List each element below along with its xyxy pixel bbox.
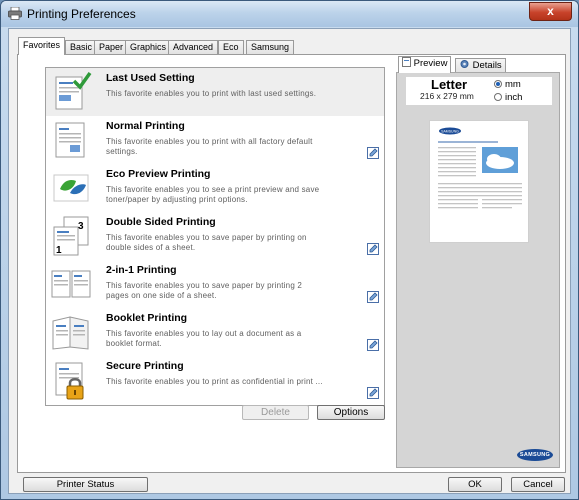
svg-text:3: 3 (78, 221, 84, 232)
edit-favorite-icon[interactable] (367, 339, 379, 351)
tab-favorites[interactable]: Favorites (18, 37, 66, 55)
samsung-logo: SAMSUNG (517, 449, 553, 461)
paper-size: 216 x 279 mm (420, 91, 474, 101)
eco-leaf-icon (53, 174, 89, 202)
list-item[interactable]: Eco Preview Printing This favorite enabl… (46, 164, 384, 212)
page-preview: SAMSUNG (429, 120, 529, 243)
duplex-pages-icon: 3 1 (53, 216, 89, 256)
tab-preview[interactable]: Preview (398, 56, 452, 73)
booklet-icon (52, 316, 89, 350)
favorite-title: Last Used Setting (106, 72, 195, 84)
printing-preferences-window: Printing Preferences x Favorites Basic P… (0, 0, 579, 500)
printer-icon (8, 7, 22, 20)
normal-doc-icon (55, 122, 85, 158)
radio-empty-icon (494, 93, 502, 101)
page-content-thumbnail: SAMSUNG (438, 127, 522, 209)
favorite-title: Normal Printing (106, 120, 185, 132)
list-item[interactable]: 2-in-1 Printing This favorite enables yo… (46, 260, 384, 308)
ok-button[interactable]: OK (448, 477, 502, 492)
favorite-title: Double Sided Printing (106, 216, 216, 228)
tab-advanced[interactable]: Advanced (168, 40, 219, 54)
favorite-title: Secure Printing (106, 360, 184, 372)
paper-name: Letter (431, 77, 468, 92)
favorite-description: This favorite enables you to print with … (106, 89, 317, 98)
close-button[interactable]: x (529, 2, 572, 21)
two-in-one-icon (51, 270, 91, 298)
last-used-doc-icon (55, 71, 92, 110)
delete-button[interactable]: Delete (242, 405, 309, 420)
favorite-description: This favorite enables you to save paper … (106, 281, 303, 300)
cancel-button[interactable]: Cancel (511, 477, 565, 492)
tab-basic[interactable]: Basic (65, 40, 98, 54)
edit-favorite-icon[interactable] (367, 291, 379, 303)
tab-paper[interactable]: Paper (94, 40, 129, 54)
gear-icon (460, 60, 469, 68)
edit-favorite-icon[interactable] (367, 147, 379, 159)
printer-status-button[interactable]: Printer Status (23, 477, 148, 492)
unit-mm-radio[interactable]: mm (494, 79, 521, 90)
favorites-tab-content: Last Used Setting This favorite enables … (17, 54, 566, 473)
list-item[interactable]: Booklet Printing This favorite enables y… (46, 308, 384, 356)
dialog-body: Favorites Basic Paper Graphics Advanced … (8, 28, 571, 494)
favorites-list[interactable]: Last Used Setting This favorite enables … (45, 67, 385, 406)
window-title: Printing Preferences (27, 7, 136, 21)
options-button[interactable]: Options (317, 405, 385, 420)
preview-pane: Letter 216 x 279 mm mm inch SAMSUNG SAMS… (396, 72, 560, 468)
tab-samsung[interactable]: Samsung (246, 40, 295, 54)
title-bar[interactable]: Printing Preferences x (1, 1, 578, 27)
edit-favorite-icon[interactable] (367, 243, 379, 255)
favorite-description: This favorite enables you to print with … (106, 137, 313, 156)
favorite-description: This favorite enables you to lay out a d… (106, 329, 302, 348)
preview-page-icon (402, 57, 411, 67)
favorite-title: Eco Preview Printing (106, 168, 211, 180)
tab-eco[interactable]: Eco (218, 40, 244, 54)
edit-favorite-icon[interactable] (367, 387, 379, 399)
favorite-description: This favorite enables you to see a print… (106, 185, 320, 204)
list-item[interactable]: 3 1 Double Sided Printing This favorite … (46, 212, 384, 260)
tab-details[interactable]: Details (455, 58, 506, 73)
unit-inch-radio[interactable]: inch (494, 92, 522, 103)
radio-selected-icon (494, 80, 502, 88)
paper-info: Letter 216 x 279 mm mm inch (406, 77, 552, 105)
favorite-description: This favorite enables you to print as co… (106, 377, 323, 386)
favorite-description: This favorite enables you to save paper … (106, 233, 307, 252)
favorite-title: Booklet Printing (106, 312, 188, 324)
secure-lock-icon (55, 362, 84, 400)
svg-text:1: 1 (56, 245, 62, 256)
list-item[interactable]: Secure Printing This favorite enables yo… (46, 356, 384, 404)
favorite-title: 2-in-1 Printing (106, 264, 177, 276)
close-icon: x (547, 4, 554, 18)
tab-graphics[interactable]: Graphics (125, 40, 172, 54)
list-item[interactable]: Last Used Setting This favorite enables … (46, 68, 384, 116)
list-item[interactable]: Normal Printing This favorite enables yo… (46, 116, 384, 164)
page-samsung-logo: SAMSUNG (441, 130, 459, 134)
